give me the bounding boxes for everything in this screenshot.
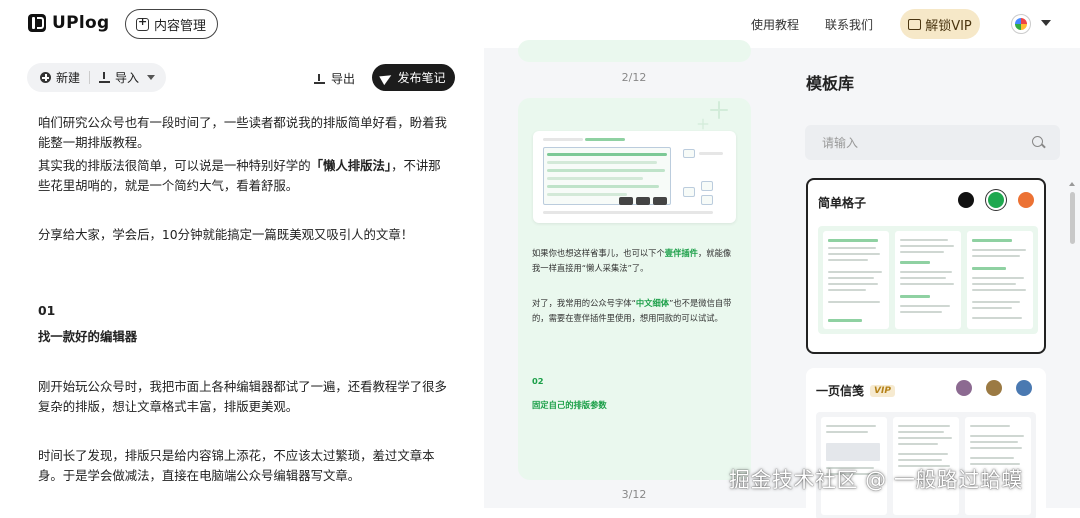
template-thumbnail xyxy=(895,231,961,329)
preview-section-number: 02 xyxy=(532,376,544,386)
content-management-label: 内容管理 xyxy=(154,18,207,34)
template-library-title: 模板库 xyxy=(806,74,855,93)
plus-circle-icon xyxy=(40,72,51,83)
preview-section-heading: 固定自己的排版参数 xyxy=(532,400,607,410)
caret-down-icon xyxy=(147,75,156,80)
user-avatar[interactable] xyxy=(1011,14,1031,34)
color-swatch[interactable] xyxy=(958,192,974,208)
template-card[interactable]: 简单格子 xyxy=(806,178,1046,354)
page-indicator: 2/12 xyxy=(621,71,647,84)
template-name-text: 一页信笺 xyxy=(816,384,865,398)
import-icon xyxy=(99,72,111,83)
export-label: 导出 xyxy=(331,72,356,86)
content-management-button[interactable]: 内容管理 xyxy=(125,9,219,39)
template-panel-scrollbar[interactable] xyxy=(1070,192,1075,244)
logo-text: UPlog xyxy=(52,13,110,33)
section-number: 01 xyxy=(38,303,56,318)
search-placeholder: 请输入 xyxy=(822,136,859,150)
highlight-text: 壹伴插件 xyxy=(664,248,698,258)
paragraph: 分享给大家，学会后，10分钟就能搞定一篇既美观又吸引人的文章！ xyxy=(38,227,414,242)
editor-toolbar: 新建 导入 xyxy=(27,63,166,92)
paragraph: 刚开始玩公众号时，我把市面上各种编辑器都试了一遍，还看教程学了很多复杂的排版，想… xyxy=(38,379,447,414)
template-name: 简单格子 xyxy=(818,194,866,211)
preview-pane: 2/12 如果你也想这样省事儿，也可以下个壹伴插件，就能像我一样直接用“懒人采集… xyxy=(484,40,784,508)
preview-paragraph: 如果你也想这样省事儿，也可以下个壹伴插件，就能像我一样直接用“懒人采集法”了。 xyxy=(532,246,737,276)
uplog-logo-icon xyxy=(28,14,46,32)
preview-page xyxy=(518,40,751,62)
color-swatch[interactable] xyxy=(1016,380,1032,396)
sparkle-icon xyxy=(710,101,728,119)
scroll-up-arrow-icon[interactable] xyxy=(1069,182,1075,186)
export-button[interactable]: 导出 xyxy=(314,70,355,87)
template-name-text: 简单格子 xyxy=(818,196,867,210)
toolbar-divider xyxy=(89,71,91,84)
chevron-down-icon[interactable] xyxy=(1041,20,1051,26)
import-label: 导入 xyxy=(115,71,140,85)
editor-pane: 新建 导入 导出 发布笔记 咱们研究公众号也有一段时间了，一些读者都说我的排版简… xyxy=(0,48,484,508)
add-document-icon xyxy=(136,15,149,31)
new-label: 新建 xyxy=(56,71,81,85)
new-button[interactable]: 新建 xyxy=(40,69,80,86)
nav-contact-link[interactable]: 联系我们 xyxy=(825,16,873,33)
preview-paragraph: 对了，我常用的公众号字体“中文细体”也不是微信自带的，需要在壹伴插件里使用，想用… xyxy=(532,296,737,326)
crown-icon xyxy=(908,18,922,30)
color-swatch[interactable] xyxy=(1018,192,1034,208)
template-card[interactable]: 一页信笺 VIP xyxy=(806,368,1046,518)
bold-text: 「懒人排版法」 xyxy=(310,158,392,173)
export-icon xyxy=(314,73,325,84)
text-span: 对了，我常用的公众号字体“ xyxy=(532,298,636,308)
highlight-text: 中文细体 xyxy=(635,298,670,308)
template-library-panel: 模板库 请输入 简单格子 一页信笺 VIP xyxy=(784,48,1080,518)
preview-page[interactable]: 如果你也想这样省事儿，也可以下个壹伴插件，就能像我一样直接用“懒人采集法”了。 … xyxy=(518,98,751,480)
text-span: 如果你也想这样省事儿，也可以下个 xyxy=(532,248,665,258)
unlock-vip-button[interactable]: 解锁VIP xyxy=(900,9,980,39)
text-span: 其实我的排版法很简单，可以说是一种特别好学的 xyxy=(38,158,311,173)
template-thumbnail xyxy=(967,231,1033,329)
publish-button[interactable]: 发布笔记 xyxy=(372,64,455,91)
unlock-vip-label: 解锁VIP xyxy=(925,18,972,34)
template-thumbnails xyxy=(818,226,1038,334)
send-icon xyxy=(379,70,395,85)
nav-tutorial-link[interactable]: 使用教程 xyxy=(751,16,799,33)
paragraph: 其实我的排版法很简单，可以说是一种特别好学的「懒人排版法」，不讲那些花里胡哨的，… xyxy=(38,156,450,196)
section-heading: 找一款好的编辑器 xyxy=(38,329,138,344)
template-thumbnail xyxy=(823,231,889,329)
watermark: 掘金技术社区 @ 一般路过蛤蟆 xyxy=(729,468,1023,492)
logo[interactable]: UPlog xyxy=(28,13,109,33)
publish-label: 发布笔记 xyxy=(397,71,446,85)
template-name: 一页信笺 VIP xyxy=(816,382,895,399)
color-swatch[interactable] xyxy=(986,380,1002,396)
color-swatch[interactable] xyxy=(956,380,972,396)
template-search-input[interactable]: 请输入 xyxy=(805,125,1060,160)
paragraph: 时间长了发现，排版只是给内容锦上添花，不应该太过繁琐，羞过文章本身。于是学会做减… xyxy=(38,448,435,483)
paragraph: 咱们研究公众号也有一段时间了，一些读者都说我的排版简单好看，盼着我能整一期排版教… xyxy=(38,115,447,150)
color-swatch-selected[interactable] xyxy=(988,192,1004,208)
vip-badge: VIP xyxy=(870,384,895,397)
search-icon[interactable] xyxy=(1032,136,1043,147)
import-dropdown[interactable]: 导入 xyxy=(99,69,156,86)
sparkle-icon xyxy=(698,118,709,130)
preview-screenshot-image xyxy=(533,131,736,223)
